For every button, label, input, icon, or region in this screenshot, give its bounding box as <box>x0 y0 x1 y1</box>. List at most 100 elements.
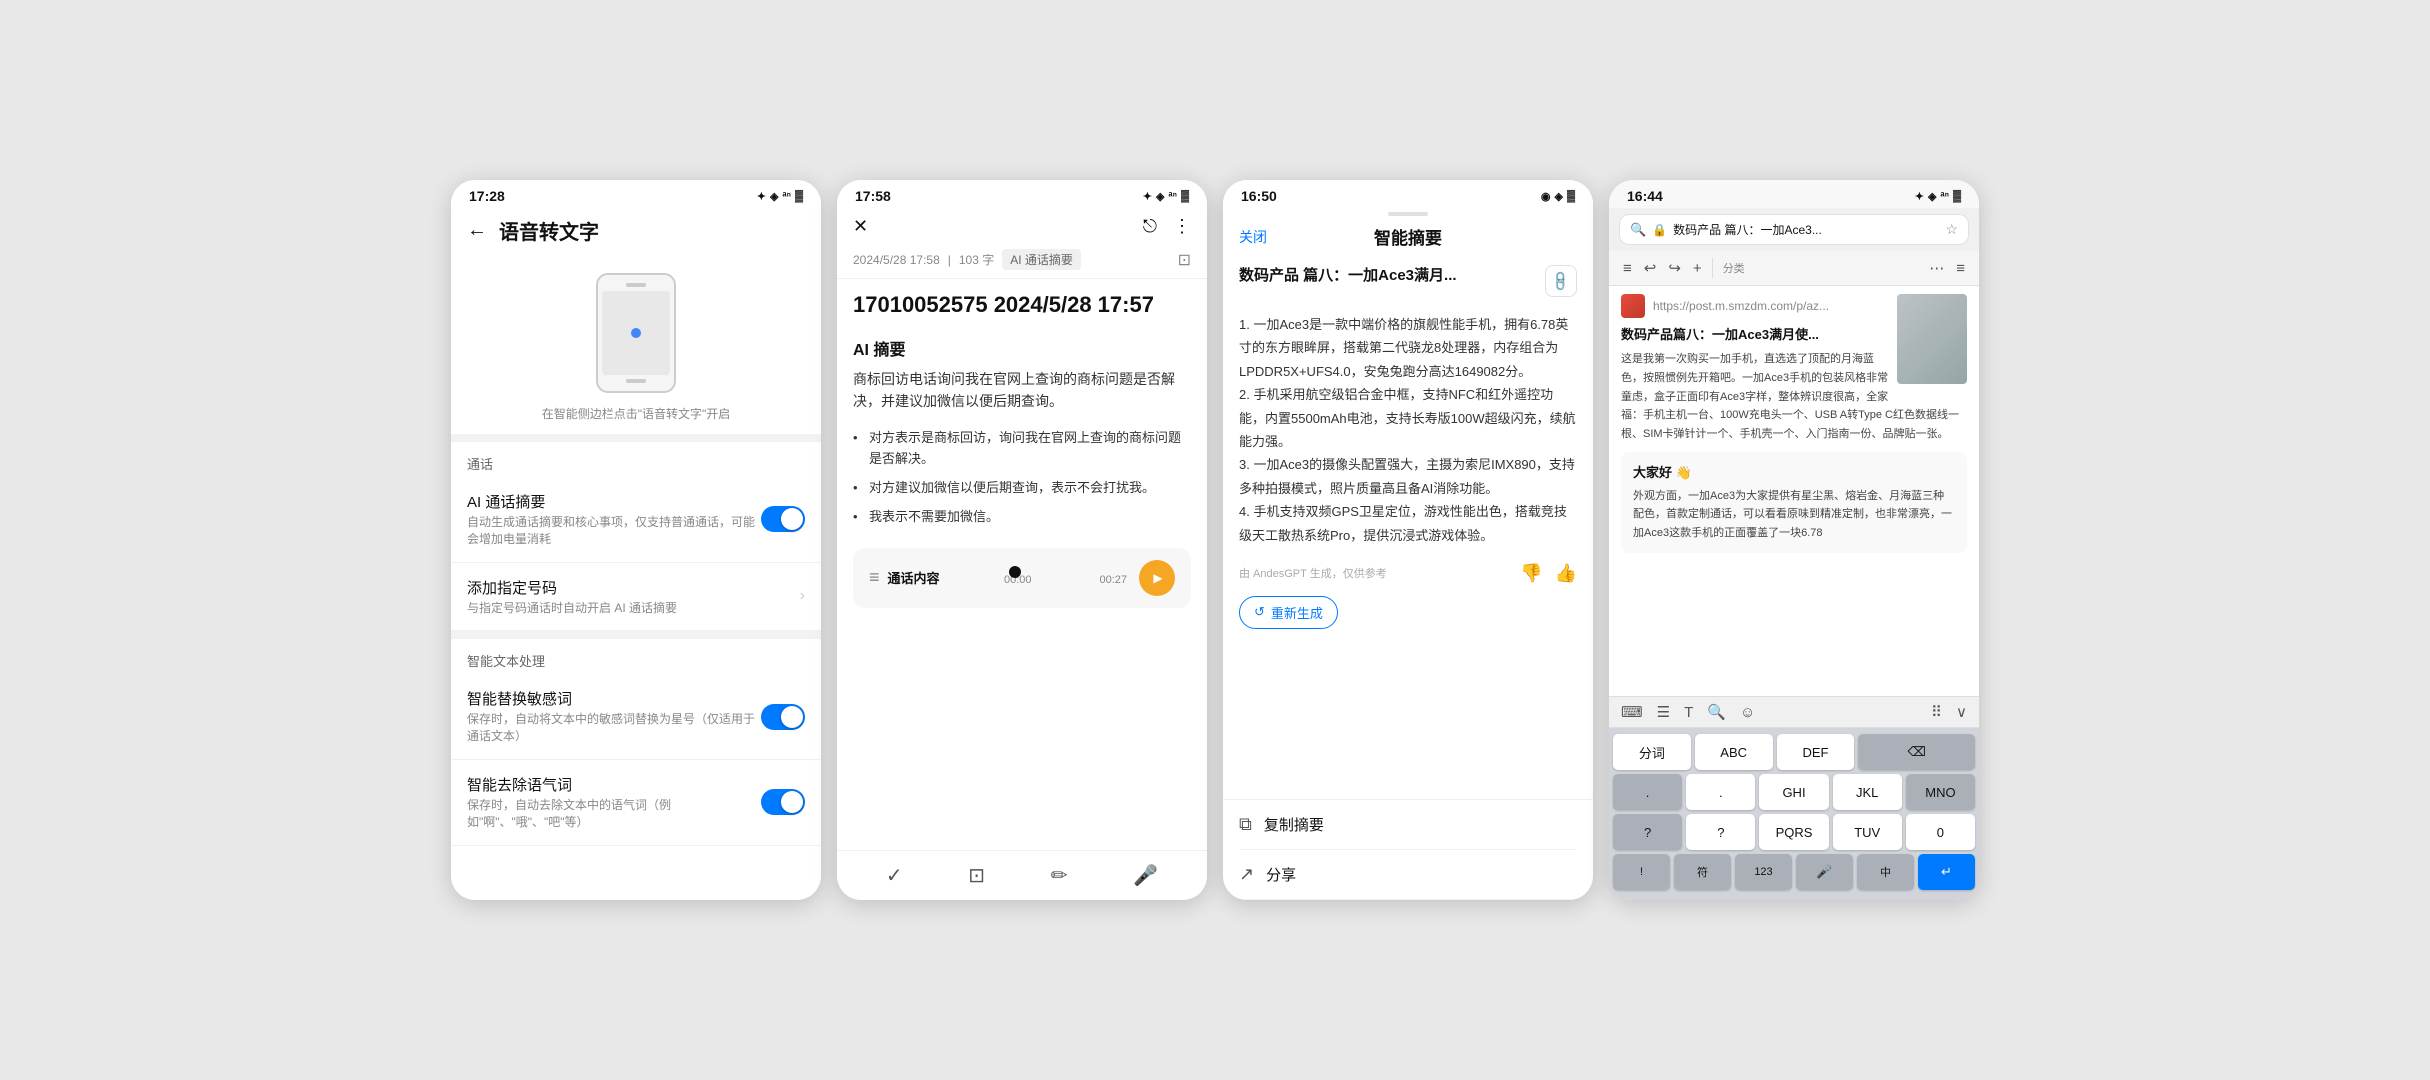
format-icon[interactable]: ☰ <box>1653 701 1674 723</box>
back-button[interactable]: ← <box>467 219 487 242</box>
kbd-delete[interactable]: ⌫ <box>1858 734 1975 770</box>
edit-icon[interactable]: ✏ <box>1051 863 1068 888</box>
site-favicon <box>1621 294 1645 318</box>
shield-icon-4: 🔒 <box>1652 223 1667 237</box>
kbd-mno[interactable]: JKL <box>1833 774 1902 810</box>
kbd-ghi[interactable]: . <box>1686 774 1755 810</box>
grid-icon[interactable]: ⠿ <box>1927 701 1946 723</box>
kbd-abc[interactable]: ABC <box>1695 734 1773 770</box>
replace-sensitive-toggle[interactable] <box>761 704 805 730</box>
kbd-chongru[interactable]: MNO <box>1906 774 1975 810</box>
copy-summary-item[interactable]: ⧉ 复制摘要 <box>1239 800 1577 850</box>
section-label-text: 智能文本处理 <box>451 639 821 674</box>
kbd-pqrs[interactable]: ? <box>1686 814 1755 850</box>
bookmark-icon[interactable]: ☆ <box>1945 221 1958 238</box>
kbd-mic[interactable]: 🎤 <box>1796 854 1853 890</box>
waveform-dot <box>1009 566 1021 578</box>
kbd-jkl[interactable]: GHI <box>1759 774 1828 810</box>
bullet-item-3: 我表示不需要加微信。 <box>853 503 1191 532</box>
back-toolbar-icon[interactable]: ↩ <box>1640 255 1661 281</box>
share-label: 分享 <box>1266 864 1296 885</box>
kbd-123[interactable]: 123 <box>1735 854 1792 890</box>
add-tab-icon[interactable]: + <box>1689 256 1706 281</box>
separator <box>1712 258 1713 278</box>
screen2-call-summary: 17:58 ✦ ◈ ᵃⁿ ▓ ✕ ⎋ ⋮ 2024/5/28 17:58 | 1… <box>837 180 1207 900</box>
close-button-3[interactable]: 关闭 <box>1239 227 1267 247</box>
screen2-header: ✕ ⎋ ⋮ <box>837 208 1207 245</box>
signal-4: ᵃⁿ <box>1940 190 1949 202</box>
header-right-2: ⎋ ⋮ <box>1143 216 1191 237</box>
kbd-def[interactable]: DEF <box>1777 734 1855 770</box>
status-bar-1: 17:28 ✦ ◈ ᵃⁿ ▓ <box>451 180 821 208</box>
thumbs-down-button[interactable]: 👎 <box>1520 563 1542 584</box>
mic-icon[interactable]: 🎤 <box>1133 863 1158 888</box>
image-icon[interactable]: ⊡ <box>968 863 985 888</box>
keyboard: 分词 ABC DEF ⌫ . . GHI JKL MNO ? ? PQRS TU… <box>1609 728 1979 900</box>
kbd-exclaim[interactable]: ! <box>1613 854 1670 890</box>
more-button-2[interactable]: ⋮ <box>1173 216 1191 237</box>
tabs-icon[interactable]: ≡ <box>1619 256 1636 281</box>
screen2-content: 17010052575 2024/5/28 17:57 AI 摘要 商标回访电话… <box>837 279 1207 850</box>
wifi-4: ◈ <box>1928 190 1936 203</box>
list-toolbar-icon[interactable]: ≡ <box>1952 256 1969 281</box>
signal-icon: ᵃⁿ <box>782 190 791 202</box>
browser-toolbar: ≡ ↩ ↪ + 分类 ⋯ ≡ <box>1609 251 1979 286</box>
text-icon[interactable]: T <box>1680 702 1697 723</box>
more-toolbar-icon[interactable]: ⋯ <box>1925 255 1948 281</box>
emoji-icon[interactable]: ☺ <box>1736 702 1759 723</box>
meta-sep-1: | <box>948 253 951 267</box>
bluetooth-icon: ✦ <box>757 190 766 203</box>
playlist-icon[interactable]: ≡ <box>869 567 880 588</box>
share-button-2[interactable]: ⎋ <box>1143 216 1157 237</box>
kbd-symbols[interactable]: 符 <box>1674 854 1731 890</box>
play-button[interactable] <box>1139 560 1175 596</box>
divider-2 <box>451 631 821 639</box>
keyboard-switch-icon[interactable]: ⌨ <box>1617 701 1647 723</box>
remove-filler-toggle[interactable] <box>761 789 805 815</box>
screen3-smart-summary: 16:50 ◉ ◈ ▓ 关闭 智能摘要 数码产品 篇八：一加Ace3满月... … <box>1223 180 1593 900</box>
kbd-wxyz[interactable]: TUV <box>1833 814 1902 850</box>
share-item[interactable]: ↗ 分享 <box>1239 850 1577 900</box>
kbd-0[interactable]: 0 <box>1906 814 1975 850</box>
highlight-section: 大家好 👋 外观方面，一加Ace3为大家提供有星尘黑、熔岩金、月海蓝三种配色，首… <box>1621 452 1967 553</box>
status-icons-1: ✦ ◈ ᵃⁿ ▓ <box>757 190 803 203</box>
kbd-question[interactable]: ? <box>1613 814 1682 850</box>
forward-toolbar-icon[interactable]: ↪ <box>1664 255 1685 281</box>
kbd-period[interactable]: . <box>1613 774 1682 810</box>
call-title: 17010052575 2024/5/28 17:57 <box>853 291 1191 320</box>
meta-bar: 2024/5/28 17:58 | 103 字 AI 通话摘要 ⊡ <box>837 245 1207 279</box>
audio-player: ≡ 通话内容 00:00 00:27 <box>853 548 1191 608</box>
chevron-down-icon[interactable]: ∨ <box>1952 701 1971 723</box>
kbd-row-2: . . GHI JKL MNO <box>1613 774 1975 810</box>
status-time-1: 17:28 <box>469 188 505 204</box>
kbd-fenci[interactable]: 分词 <box>1613 734 1691 770</box>
search-icon-4: 🔍 <box>1630 222 1646 238</box>
ai-summary-title: AI 通话摘要 <box>467 491 761 512</box>
regenerate-button[interactable]: ↺ 重新生成 <box>1239 596 1338 629</box>
check-icon[interactable]: ✓ <box>886 863 903 888</box>
search-float-icon[interactable]: 🔍 <box>1703 701 1730 723</box>
classify-label[interactable]: 分类 <box>1719 260 1922 276</box>
bt-4: ✦ <box>1915 190 1924 203</box>
browser-nav: 🔍 🔒 数码产品 篇八：一加Ace3... ☆ <box>1609 208 1979 251</box>
address-bar[interactable]: 🔍 🔒 数码产品 篇八：一加Ace3... ☆ <box>1619 214 1969 245</box>
ai-summary-toggle[interactable] <box>761 506 805 532</box>
link-button[interactable]: 🔗 <box>1545 265 1577 297</box>
url-text: 数码产品 篇八：一加Ace3... <box>1673 221 1939 238</box>
illus-screen <box>602 291 670 375</box>
thumbs-up-button[interactable]: 👍 <box>1555 563 1577 584</box>
screen3-actions: ⧉ 复制摘要 ↗ 分享 <box>1223 799 1593 900</box>
close-button-2[interactable]: ✕ <box>853 216 868 237</box>
highlight-body: 外观方面，一加Ace3为大家提供有星尘黑、熔岩金、月海蓝三种配色，首款定制通话，… <box>1633 487 1955 543</box>
setting-add-number[interactable]: 添加指定号码 与指定号码通话时自动开启 AI 通话摘要 › <box>451 563 821 632</box>
bullet-list: 对方表示是商标回访，询问我在官网上查询的商标问题是否解决。 对方建议加微信以便后… <box>853 424 1191 531</box>
meta-icon[interactable]: ⊡ <box>1178 250 1191 270</box>
article-thumbnail <box>1897 294 1967 384</box>
wifi-3: ◈ <box>1555 190 1563 203</box>
kbd-tuv[interactable]: PQRS <box>1759 814 1828 850</box>
bat-3: ▓ <box>1567 190 1575 202</box>
battery-icon-2: ▓ <box>1181 190 1189 202</box>
kbd-enter[interactable]: ↵ <box>1918 854 1975 890</box>
kbd-chinese[interactable]: 中 <box>1857 854 1914 890</box>
phone-image <box>596 273 676 393</box>
